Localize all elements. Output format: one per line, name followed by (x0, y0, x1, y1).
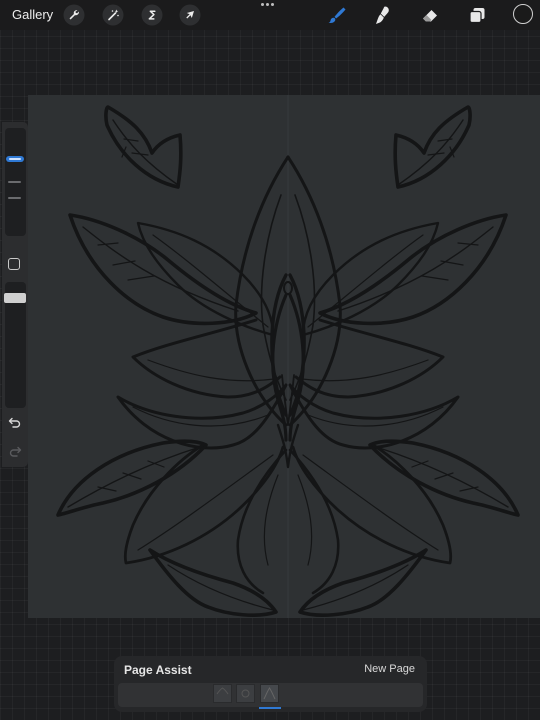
page-assist-title: Page Assist (124, 663, 192, 677)
left-sidebar (2, 122, 28, 467)
page-thumbnail[interactable] (236, 684, 255, 703)
new-page-button[interactable]: New Page (364, 663, 415, 675)
brush-icon[interactable] (325, 4, 347, 26)
opacity-handle[interactable] (4, 293, 26, 303)
floral-line-art (56, 95, 520, 618)
magic-wand-icon[interactable] (102, 4, 124, 26)
drawing-canvas[interactable] (28, 95, 540, 618)
brush-size-handle[interactable] (6, 156, 24, 162)
modify-button[interactable] (8, 258, 20, 270)
page-thumbnail[interactable] (213, 684, 232, 703)
gallery-button[interactable]: Gallery (12, 7, 53, 22)
selection-s-icon[interactable] (141, 4, 163, 26)
redo-icon[interactable] (7, 444, 23, 458)
eraser-icon[interactable] (419, 4, 441, 26)
wrench-icon[interactable] (63, 4, 85, 26)
page-thumbnail-active[interactable] (260, 684, 279, 703)
page-assist-panel: Page Assist New Page (114, 656, 427, 712)
color-swatch[interactable] (513, 4, 533, 24)
size-tick (8, 181, 21, 183)
layers-icon[interactable] (466, 4, 488, 26)
arrow-cursor-icon[interactable] (179, 4, 201, 26)
size-tick (8, 197, 21, 199)
active-page-indicator (259, 707, 281, 709)
smudge-icon[interactable] (372, 4, 394, 26)
more-options-icon[interactable] (261, 3, 279, 9)
undo-icon[interactable] (7, 415, 23, 429)
top-toolbar: Gallery (0, 0, 540, 30)
